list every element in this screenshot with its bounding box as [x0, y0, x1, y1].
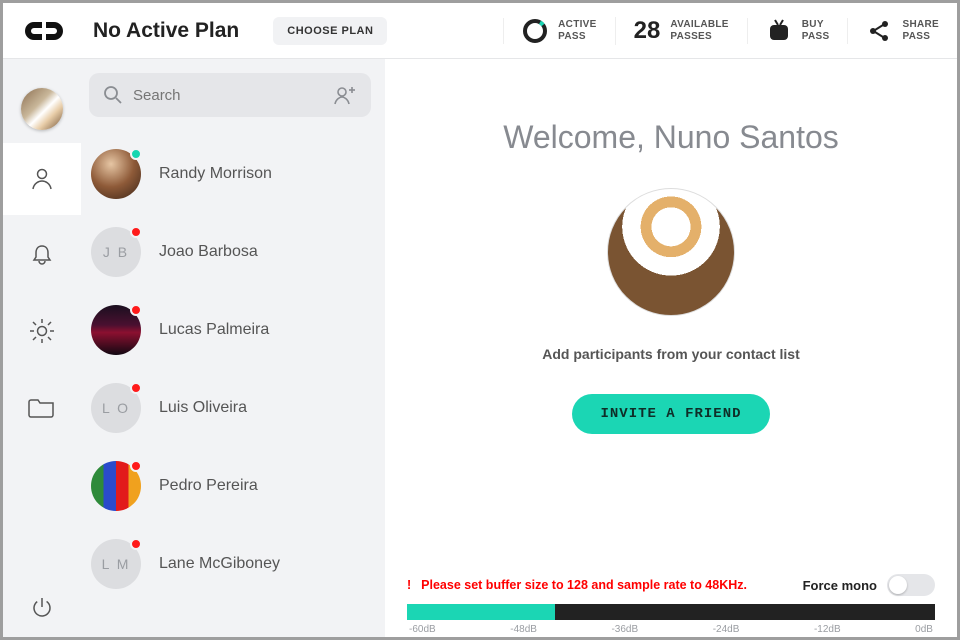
- audio-bar: ! Please set buffer size to 128 and samp…: [385, 564, 957, 637]
- contact-item[interactable]: J B Joao Barbosa: [89, 213, 371, 291]
- choose-plan-button[interactable]: CHOOSE PLAN: [273, 17, 387, 45]
- audio-meter-fill: [407, 604, 555, 620]
- rail-files[interactable]: [3, 371, 81, 443]
- main-panel: Welcome, Nuno Santos Add participants fr…: [385, 59, 957, 637]
- warning-text: Please set buffer size to 128 and sample…: [421, 578, 802, 592]
- contact-item[interactable]: L M Lane McGiboney: [89, 525, 371, 603]
- gear-icon: [28, 317, 56, 345]
- folder-icon: [28, 395, 56, 419]
- rail-power[interactable]: [3, 577, 81, 637]
- nav-rail: [3, 59, 81, 637]
- rail-contacts[interactable]: [3, 143, 81, 215]
- contact-avatar: L O: [91, 383, 141, 433]
- plan-title: No Active Plan: [93, 19, 239, 43]
- available-passes-stat[interactable]: 28 AVAILABLE PASSES: [615, 17, 729, 45]
- person-icon: [29, 166, 55, 192]
- contact-avatar: [91, 305, 141, 355]
- db-label: 0dB: [915, 624, 933, 635]
- db-label: -48dB: [510, 624, 537, 635]
- status-dot: [130, 460, 142, 472]
- search-input[interactable]: [133, 87, 333, 104]
- welcome-title: Welcome, Nuno Santos: [503, 119, 839, 156]
- add-contact-icon[interactable]: [333, 85, 357, 105]
- contact-avatar: [91, 149, 141, 199]
- status-dot: [130, 148, 142, 160]
- invite-friend-button[interactable]: INVITE A FRIEND: [572, 394, 769, 434]
- share-icon: [866, 18, 892, 44]
- db-label: -36dB: [611, 624, 638, 635]
- body: Randy Morrison J B Joao Barbosa Lucas Palme…: [3, 59, 957, 637]
- force-mono-label: Force mono: [803, 578, 877, 593]
- share-pass-button[interactable]: SHARE PASS: [847, 18, 939, 44]
- contact-item[interactable]: L O Luis Oliveira: [89, 369, 371, 447]
- contact-avatar: L M: [91, 539, 141, 589]
- header: No Active Plan CHOOSE PLAN ACTIVE PASS 2…: [3, 3, 957, 59]
- contact-name: Pedro Pereira: [159, 477, 258, 495]
- contacts-panel: Randy Morrison J B Joao Barbosa Lucas Palme…: [81, 59, 385, 637]
- welcome-subtitle: Add participants from your contact list: [542, 346, 799, 362]
- contact-avatar: [91, 461, 141, 511]
- rail-notifications[interactable]: [3, 219, 81, 291]
- contact-item[interactable]: Randy Morrison: [89, 135, 371, 213]
- ring-icon: [522, 18, 548, 44]
- status-dot: [130, 382, 142, 394]
- user-avatar-large: [607, 188, 735, 316]
- search-row: [89, 73, 371, 117]
- buy-pass-button[interactable]: BUY PASS: [747, 18, 830, 44]
- db-label: -12dB: [814, 624, 841, 635]
- tv-icon: [766, 18, 792, 44]
- force-mono-toggle[interactable]: [887, 574, 935, 596]
- rail-settings[interactable]: [3, 295, 81, 367]
- warning-icon: !: [407, 578, 411, 592]
- db-label: -24dB: [713, 624, 740, 635]
- power-icon: [30, 595, 54, 619]
- contact-item[interactable]: Lucas Palmeira: [89, 291, 371, 369]
- app-logo: [21, 18, 67, 44]
- contact-item[interactable]: Pedro Pereira: [89, 447, 371, 525]
- search-icon: [103, 85, 123, 105]
- audio-warning-row: ! Please set buffer size to 128 and samp…: [407, 574, 935, 596]
- contact-name: Lane McGiboney: [159, 555, 280, 573]
- contact-name: Lucas Palmeira: [159, 321, 269, 339]
- db-scale: -60dB -48dB -36dB -24dB -12dB 0dB: [407, 624, 935, 635]
- available-count: 28: [634, 17, 661, 45]
- status-dot: [130, 304, 142, 316]
- user-avatar-small: [21, 88, 63, 130]
- contact-name: Joao Barbosa: [159, 243, 258, 261]
- contact-name: Luis Oliveira: [159, 399, 247, 417]
- app-window: No Active Plan CHOOSE PLAN ACTIVE PASS 2…: [3, 3, 957, 637]
- rail-profile[interactable]: [3, 79, 81, 139]
- audio-meter: [407, 604, 935, 620]
- contact-avatar: J B: [91, 227, 141, 277]
- welcome-area: Welcome, Nuno Santos Add participants fr…: [385, 59, 957, 564]
- bell-icon: [29, 242, 55, 268]
- db-label: -60dB: [409, 624, 436, 635]
- contact-list: Randy Morrison J B Joao Barbosa Lucas Palme…: [89, 135, 371, 603]
- status-dot: [130, 226, 142, 238]
- active-pass-stat[interactable]: ACTIVE PASS: [503, 18, 596, 44]
- status-dot: [130, 538, 142, 550]
- contact-name: Randy Morrison: [159, 165, 272, 183]
